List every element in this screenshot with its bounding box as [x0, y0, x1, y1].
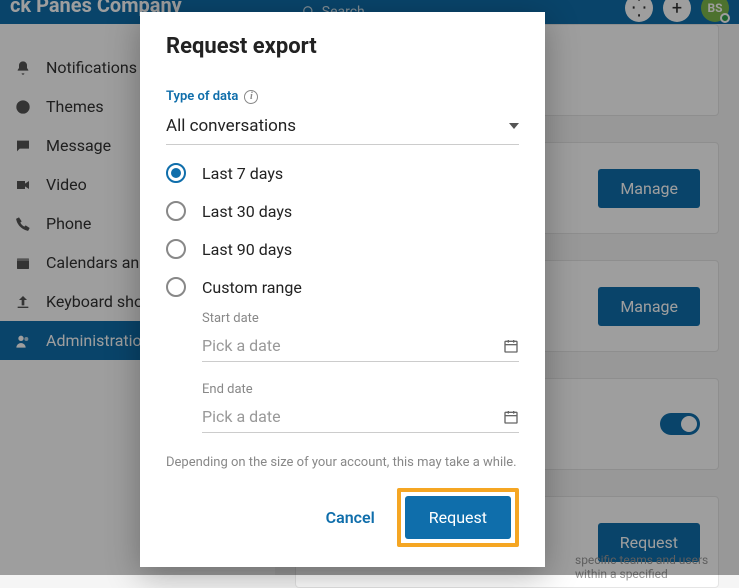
modal-title: Request export	[166, 34, 519, 59]
end-date-label: End date	[202, 382, 519, 397]
radio-last-7-days[interactable]: Last 7 days	[166, 163, 519, 183]
radio-label: Last 7 days	[202, 164, 283, 183]
radio-label: Last 90 days	[202, 240, 292, 259]
radio-last-30-days[interactable]: Last 30 days	[166, 201, 519, 221]
request-export-modal: Request export Type of data i All conver…	[140, 12, 545, 567]
start-date-label: Start date	[202, 311, 519, 326]
radio-icon	[166, 163, 186, 183]
calendar-icon	[503, 409, 519, 425]
type-of-data-select[interactable]: All conversations	[166, 110, 519, 145]
radio-custom-range[interactable]: Custom range	[166, 277, 519, 297]
radio-icon	[166, 201, 186, 221]
radio-icon	[166, 277, 186, 297]
radio-label: Custom range	[202, 278, 302, 297]
calendar-icon	[503, 338, 519, 354]
select-value: All conversations	[166, 116, 296, 136]
radio-icon	[166, 239, 186, 259]
date-range-radio-group: Last 7 days Last 30 days Last 90 days Cu…	[166, 163, 519, 297]
cancel-button[interactable]: Cancel	[322, 498, 379, 537]
request-button[interactable]: Request	[405, 496, 511, 539]
end-date-input[interactable]: Pick a date	[202, 403, 519, 433]
radio-label: Last 30 days	[202, 202, 292, 221]
info-icon[interactable]: i	[244, 90, 258, 104]
modal-note: Depending on the size of your account, t…	[166, 455, 519, 470]
date-placeholder: Pick a date	[202, 336, 281, 355]
type-of-data-label: Type of data i	[166, 89, 258, 104]
start-date-input[interactable]: Pick a date	[202, 332, 519, 362]
date-placeholder: Pick a date	[202, 407, 281, 426]
request-button-highlight: Request	[397, 488, 519, 547]
radio-last-90-days[interactable]: Last 90 days	[166, 239, 519, 259]
chevron-down-icon	[509, 123, 519, 129]
